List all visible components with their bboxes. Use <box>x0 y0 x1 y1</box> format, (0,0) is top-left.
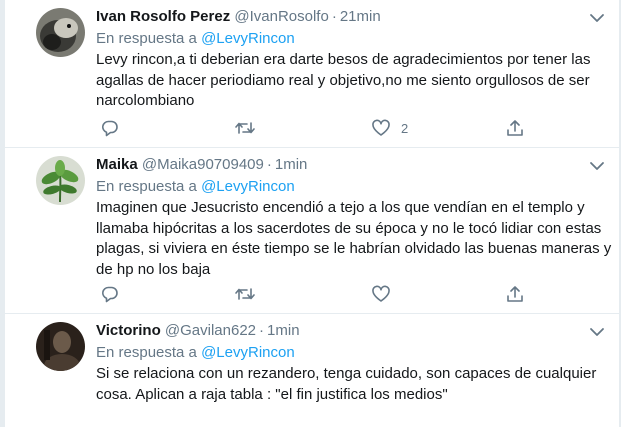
separator-dot: · <box>331 8 337 25</box>
like-button[interactable]: 2 <box>371 116 408 140</box>
timestamp-link[interactable]: 1min <box>275 156 308 173</box>
retweet-icon <box>235 288 255 300</box>
user-handle[interactable]: @IvanRosolfo <box>234 8 328 25</box>
like-count: 2 <box>401 120 409 136</box>
tweet-header: Ivan Rosolfo Perez @IvanRosolfo · 21min <box>96 7 381 27</box>
tweet-text-line: cosa. Aplican a raja tabla : "el fin jus… <box>96 385 448 403</box>
reply-context: En respuesta a @LevyRincon <box>96 29 295 49</box>
reply-to-link[interactable]: @LevyRincon <box>201 178 295 195</box>
tweet-header: Maika @Maika90709409 · 1min <box>96 155 307 175</box>
reply-prefix: En respuesta a <box>96 344 197 361</box>
share-icon <box>507 286 523 302</box>
reply-to-link[interactable]: @LevyRincon <box>201 30 295 47</box>
reply-context: En respuesta a @LevyRincon <box>96 343 295 363</box>
user-handle[interactable]: @Gavilan622 <box>165 322 256 339</box>
reply-button[interactable] <box>100 282 120 306</box>
reply-icon <box>101 120 118 137</box>
tweet-actions: 2 <box>96 116 536 140</box>
retweet-icon <box>235 122 255 134</box>
like-button[interactable] <box>371 282 401 306</box>
display-name[interactable]: Victorino <box>96 322 161 339</box>
retweet-button[interactable] <box>234 116 256 140</box>
tweet-text-line: narcolombiano <box>96 92 195 109</box>
chevron-down-icon[interactable] <box>587 322 607 342</box>
chevron-down-icon[interactable] <box>587 8 607 28</box>
reply-prefix: En respuesta a <box>96 178 197 195</box>
tweet-text-line: Imaginen que Jesucristo encendió a tejo … <box>96 199 585 216</box>
tweet-item[interactable]: Maika @Maika90709409 · 1min En respuesta a… <box>5 148 619 314</box>
like-icon <box>372 285 390 302</box>
tweet-text: Levy rincon,a ti deberian era darte beso… <box>96 50 596 112</box>
tweet-text-line: Levy rincon,a ti deberian era darte beso… <box>96 51 591 68</box>
tweet-text-line: agallas de hacer periodiamo real y objet… <box>96 71 590 89</box>
avatar[interactable] <box>36 322 85 371</box>
tweet-text: Si se relaciona con un rezandero, tenga … <box>96 364 596 405</box>
reply-context: En respuesta a @LevyRincon <box>96 177 295 197</box>
avatar[interactable] <box>36 156 85 205</box>
timestamp-link[interactable]: 1min <box>267 322 300 339</box>
tweet-item[interactable]: Ivan Rosolfo Perez @IvanRosolfo · 21min En… <box>5 0 619 148</box>
tweet-actions <box>96 282 536 306</box>
chevron-down-icon[interactable] <box>587 156 607 176</box>
separator-dot: · <box>266 156 272 173</box>
reply-icon <box>101 286 118 303</box>
separator-dot: · <box>259 322 265 339</box>
retweet-button[interactable] <box>234 282 256 306</box>
share-button[interactable] <box>505 116 525 140</box>
share-button[interactable] <box>505 282 525 306</box>
reply-prefix: En respuesta a <box>96 30 197 47</box>
plant-photo-avatar <box>36 156 85 205</box>
tweet-text-line: plagas, si viviera en éste tiempo se le … <box>96 240 612 257</box>
reply-timeline: Ivan Rosolfo Perez @IvanRosolfo · 21min En… <box>4 0 620 427</box>
tweet-text-line: de hp no los baja <box>96 260 211 278</box>
timestamp-link[interactable]: 21min <box>340 8 381 25</box>
tweet-text: Imaginen que Jesucristo encendió a tejo … <box>96 198 612 280</box>
tweet-text-line: Si se relaciona con un rezandero, tenga … <box>96 365 597 382</box>
tweet-header: Victorino @Gavilan622 · 1min <box>96 321 300 341</box>
tweet-item[interactable]: Victorino @Gavilan622 · 1min En respuesta … <box>5 314 619 427</box>
user-handle[interactable]: @Maika90709409 <box>142 156 264 173</box>
avatar[interactable] <box>36 8 85 57</box>
share-icon <box>507 120 523 136</box>
display-name[interactable]: Maika <box>96 156 138 173</box>
reply-to-link[interactable]: @LevyRincon <box>201 344 295 361</box>
reply-button[interactable] <box>100 116 120 140</box>
dog-photo-avatar <box>36 8 85 57</box>
like-icon <box>372 119 390 136</box>
display-name[interactable]: Ivan Rosolfo Perez <box>96 8 230 25</box>
dark-photo-avatar <box>36 322 85 371</box>
tweet-text-line: llamaba hipócritas a los sacerdotes de s… <box>96 219 602 237</box>
